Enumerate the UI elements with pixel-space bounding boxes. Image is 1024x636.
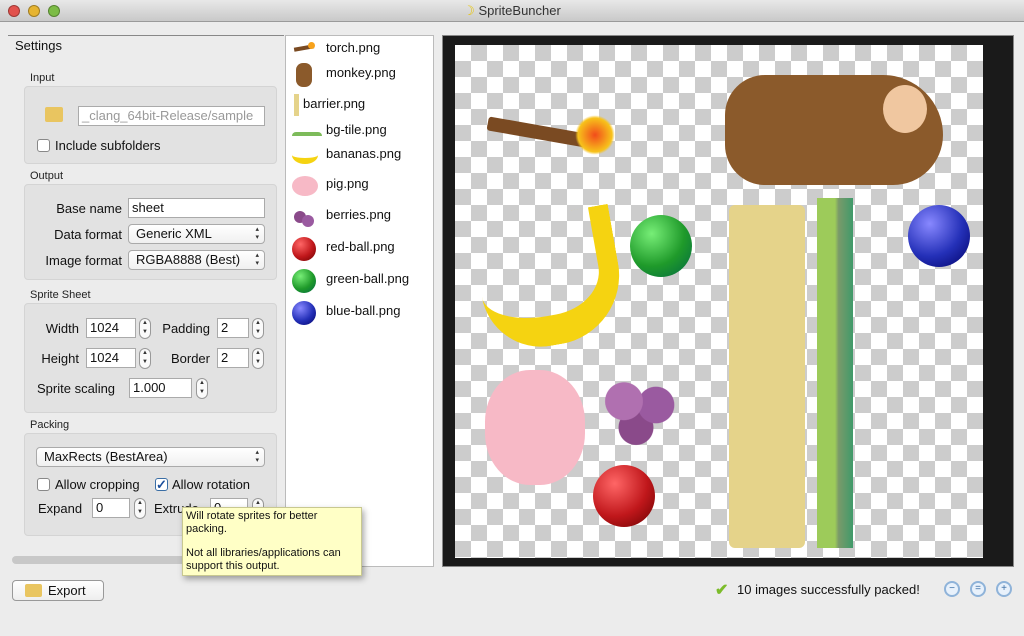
file-name: pig.png (326, 176, 369, 191)
sprite-sheet-canvas (455, 45, 983, 558)
monkey-icon (292, 63, 316, 87)
red-ball-sprite (593, 465, 655, 527)
list-item[interactable]: red-ball.png (286, 235, 433, 261)
include-subfolders-checkbox[interactable] (37, 139, 50, 152)
packing-algorithm-select[interactable]: MaxRects (BestArea) (36, 447, 265, 467)
torch-sprite (486, 116, 588, 148)
height-field[interactable]: 1024 (86, 348, 136, 368)
banana-icon: ☽ (463, 3, 475, 18)
allow-rotation-tooltip: Will rotate sprites for better packing. … (182, 507, 362, 576)
padding-label: Padding (162, 321, 210, 336)
allow-rotation-checkbox[interactable]: ✓ (155, 478, 168, 491)
sprite-scaling-label: Sprite scaling (37, 381, 116, 396)
green-ball-icon (292, 269, 316, 293)
image-format-label: Image format (45, 253, 122, 268)
output-group-label: Output (30, 170, 64, 182)
height-label: Height (41, 351, 79, 366)
border-stepper[interactable]: ▲ ▼ (252, 348, 264, 369)
sprite-file-list[interactable]: torch.png monkey.png barrier.png bg-tile… (285, 35, 434, 567)
minimize-button[interactable] (28, 5, 40, 17)
file-name: green-ball.png (326, 271, 410, 286)
file-name: torch.png (326, 40, 381, 55)
tooltip-line-2: Not all libraries/applications can suppo… (186, 547, 341, 572)
zoom-out-icon[interactable]: − (944, 581, 960, 597)
list-item[interactable]: blue-ball.png (286, 299, 433, 325)
width-label: Width (45, 321, 79, 336)
pig-icon (292, 174, 318, 196)
input-group-label: Input (30, 72, 55, 84)
allow-cropping-label: Allow cropping (55, 477, 140, 492)
zoom-reset-icon[interactable]: = (970, 581, 986, 597)
file-name: red-ball.png (326, 239, 395, 254)
bananas-sprite (469, 203, 631, 357)
window-title: SpriteBuncher (478, 3, 561, 18)
expand-label: Expand (38, 501, 83, 516)
list-item[interactable]: green-ball.png (286, 267, 433, 293)
zoom-in-icon[interactable]: + (996, 581, 1012, 597)
border-label: Border (170, 351, 210, 366)
expand-stepper[interactable]: ▲ ▼ (134, 498, 146, 519)
padding-stepper[interactable]: ▲ ▼ (252, 318, 264, 339)
list-item[interactable]: barrier.png (286, 92, 433, 116)
list-item[interactable]: monkey.png (286, 61, 433, 87)
checkmark-icon: ✔ (715, 582, 729, 599)
input-path-field[interactable]: _clang_64bit-Release/sample (78, 106, 265, 126)
file-name: barrier.png (303, 96, 366, 111)
list-item[interactable]: torch.png (286, 36, 433, 60)
image-format-select[interactable]: RGBA8888 (Best) (128, 250, 265, 270)
berries-sprite (600, 375, 680, 450)
file-name: bananas.png (326, 146, 402, 161)
export-button[interactable]: Export (12, 580, 104, 601)
list-item[interactable]: pig.png (286, 172, 433, 196)
bananas-icon (292, 144, 318, 166)
title-bar: ☽ SpriteBuncher (0, 0, 1024, 22)
list-item[interactable]: bananas.png (286, 142, 433, 166)
file-name: monkey.png (326, 65, 396, 80)
zoom-button[interactable] (48, 5, 60, 17)
sprite-scaling-stepper[interactable]: ▲ ▼ (196, 378, 208, 399)
tooltip-line-1: Will rotate sprites for better packing. (186, 510, 318, 535)
base-name-field[interactable]: sheet (128, 198, 265, 218)
bg-tile-sprite (817, 198, 853, 548)
torch-icon (292, 38, 316, 60)
border-field[interactable]: 2 (217, 348, 249, 368)
export-folder-icon (25, 584, 42, 597)
width-field[interactable]: 1024 (86, 318, 136, 338)
file-name: blue-ball.png (326, 303, 401, 318)
blue-ball-sprite (908, 205, 970, 267)
allow-rotation-label: Allow rotation (172, 477, 251, 492)
data-format-label: Data format (54, 227, 122, 242)
torch-flame-sprite (575, 115, 615, 155)
file-name: berries.png (326, 207, 392, 222)
red-ball-icon (292, 237, 316, 261)
allow-cropping-checkbox[interactable] (37, 478, 50, 491)
include-subfolders-label: Include subfolders (55, 138, 161, 153)
data-format-select[interactable]: Generic XML (128, 224, 265, 244)
expand-field[interactable]: 0 (92, 498, 130, 518)
sprite-sheet-group-label: Sprite Sheet (30, 289, 91, 301)
sprite-scaling-field[interactable]: 1.000 (129, 378, 192, 398)
list-item[interactable]: berries.png (286, 203, 433, 227)
packing-group-label: Packing (30, 419, 70, 431)
export-label: Export (48, 583, 86, 598)
barrier-sprite (729, 205, 805, 548)
bg-tile-icon (292, 120, 322, 142)
folder-search-icon[interactable] (45, 107, 63, 122)
pig-sprite (485, 370, 585, 485)
tab-settings[interactable]: Settings (8, 36, 238, 58)
green-ball-sprite (630, 215, 692, 277)
file-name: bg-tile.png (326, 122, 387, 137)
status-message: 10 images successfully packed! (737, 582, 920, 597)
list-item[interactable]: bg-tile.png (286, 118, 433, 142)
close-button[interactable] (8, 5, 20, 17)
berries-icon (292, 205, 316, 227)
monkey-face-sprite (883, 85, 927, 133)
base-name-label: Base name (56, 201, 122, 216)
blue-ball-icon (292, 301, 316, 325)
padding-field[interactable]: 2 (217, 318, 249, 338)
